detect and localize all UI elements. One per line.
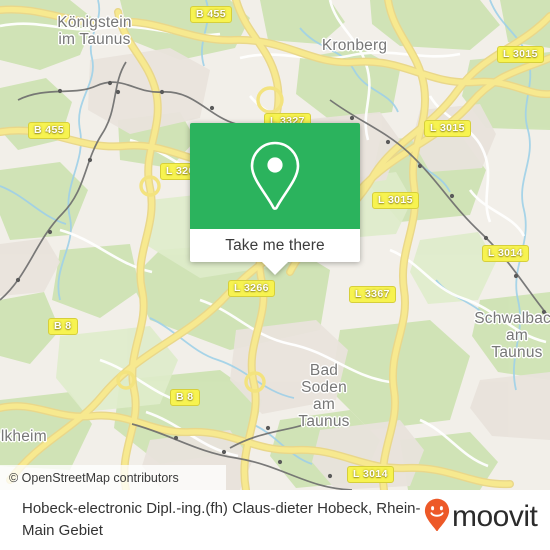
take-me-there-label: Take me there <box>225 236 325 254</box>
road-shield: B 8 <box>48 318 78 335</box>
road-shield: L 3015 <box>424 120 471 137</box>
location-info-card[interactable]: Take me there <box>190 123 360 275</box>
take-me-there-button[interactable]: Take me there <box>190 229 360 262</box>
road-shield: L 3015 <box>372 192 419 209</box>
road-shield: B 455 <box>190 6 233 23</box>
openstreetmap-attribution[interactable]: © OpenStreetMap contributors <box>0 471 179 485</box>
moovit-logo[interactable]: moovit <box>424 498 538 537</box>
map-attribution-bar: © OpenStreetMap contributors <box>0 465 226 490</box>
road-shield: L 3266 <box>228 280 275 297</box>
map-canvas[interactable]: Königstein im Taunus Kronberg Schwalbach… <box>0 0 550 490</box>
road-shield: L 3015 <box>497 46 544 63</box>
road-shield: L 3014 <box>482 245 529 262</box>
card-pointer-tail <box>262 262 288 275</box>
road-shield: B 8 <box>170 389 200 406</box>
road-shield: L 3014 <box>347 466 394 483</box>
road-shield: B 455 <box>28 122 71 139</box>
moovit-wordmark: moovit <box>452 500 538 533</box>
map-page: Königstein im Taunus Kronberg Schwalbach… <box>0 0 550 550</box>
page-title: Hobeck-electronic Dipl.-ing.(fh) Claus-d… <box>22 500 421 539</box>
map-pin-icon <box>247 139 303 213</box>
road-shield: L 3367 <box>349 286 396 303</box>
card-image-area <box>190 123 360 229</box>
moovit-pin-smiley-icon <box>424 498 450 537</box>
